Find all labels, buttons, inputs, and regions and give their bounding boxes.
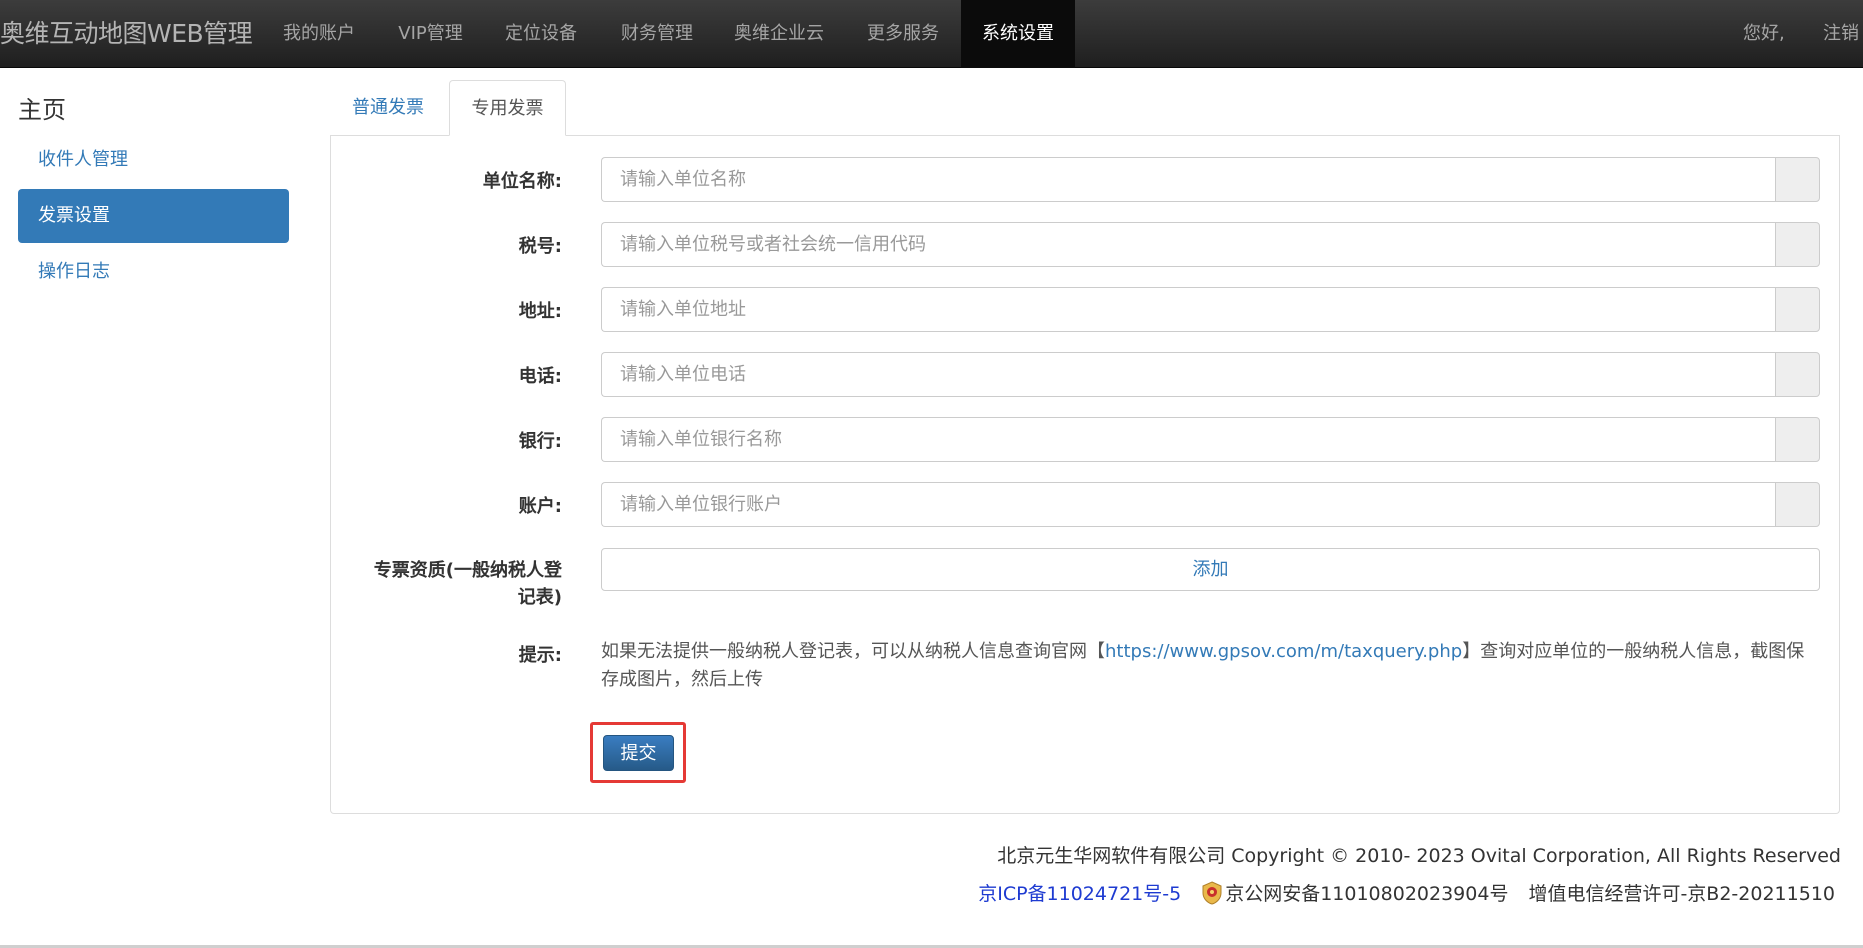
bank-group [601,417,1820,462]
sidebar-item-recipients[interactable]: 收件人管理 [18,133,289,187]
sidebar-title: 主页 [18,96,66,124]
submit-highlight-box: 提交 [590,722,686,783]
qualification-label-line2: 记表) [517,587,562,608]
address-addon [1775,287,1820,332]
address-group [601,287,1820,332]
phone-label: 电话: [518,366,562,387]
bank-label: 银行: [518,431,562,452]
hint-label: 提示: [518,645,562,666]
telecom-license-text: 增值电信经营许可-京B2-20211510 [1528,883,1835,905]
hint-text-before: 如果无法提供一般纳税人登记表，可以从纳税人信息查询官网【 [601,641,1105,662]
greeting-text: 您好, [1743,23,1785,44]
bank-addon [1775,417,1820,462]
submit-button[interactable]: 提交 [603,735,674,771]
bank-input[interactable] [601,417,1775,462]
tab-normal-invoice[interactable]: 普通发票 [336,80,440,136]
nav-finance[interactable]: 财务管理 [604,0,710,68]
sidebar-item-invoice-settings[interactable]: 发票设置 [18,189,289,243]
nav-my-account[interactable]: 我的账户 [265,0,373,68]
nav-vip[interactable]: VIP管理 [383,0,478,68]
phone-group [601,352,1820,397]
brand-title[interactable]: 奥维互动地图WEB管理 [0,0,253,68]
top-navbar: 奥维互动地图WEB管理 我的账户 VIP管理 定位设备 财务管理 奥维企业云 更… [0,0,1863,68]
icp-link[interactable]: 京ICP备11024721号-5 [978,879,1181,906]
nav-enterprise-cloud[interactable]: 奥维企业云 [720,0,838,68]
tax-id-label: 税号: [518,236,562,257]
company-name-input[interactable] [601,157,1775,202]
nav-devices[interactable]: 定位设备 [488,0,594,68]
phone-input[interactable] [601,352,1775,397]
nav-more-services[interactable]: 更多服务 [850,0,956,68]
logout-link[interactable]: 注销 [1823,0,1859,68]
tax-id-group [601,222,1820,267]
sidebar-item-operation-log[interactable]: 操作日志 [18,245,289,299]
qualification-label-line1: 专票资质(一般纳税人登 [373,560,562,581]
qualification-label: 专票资质(一般纳税人登 记表) [340,557,562,611]
tax-id-input[interactable] [601,222,1775,267]
account-group [601,482,1820,527]
account-addon [1775,482,1820,527]
tax-id-addon [1775,222,1820,267]
account-input[interactable] [601,482,1775,527]
footer-copyright: 北京元生华网软件有限公司 Copyright © 2010- 2023 Ovit… [997,845,1841,867]
add-qualification-button[interactable]: 添加 [601,548,1820,591]
hint-text: 如果无法提供一般纳税人登记表，可以从纳税人信息查询官网【https://www.… [601,638,1820,694]
phone-addon [1775,352,1820,397]
address-input[interactable] [601,287,1775,332]
address-label: 地址: [518,301,562,322]
footer-registration: 京ICP备11024721号-5 京公网安备11010802023904号 增值… [978,879,1835,906]
company-name-group [601,157,1820,202]
tab-special-invoice[interactable]: 专用发票 [449,80,566,136]
nav-system-settings[interactable]: 系统设置 [961,0,1075,68]
police-badge-icon [1202,880,1222,905]
company-name-addon [1775,157,1820,202]
police-record-text[interactable]: 京公网安备11010802023904号 [1225,879,1508,906]
tax-query-link[interactable]: https://www.gpsov.com/m/taxquery.php [1105,641,1462,662]
account-label: 账户: [518,496,562,517]
company-name-label: 单位名称: [482,171,562,192]
